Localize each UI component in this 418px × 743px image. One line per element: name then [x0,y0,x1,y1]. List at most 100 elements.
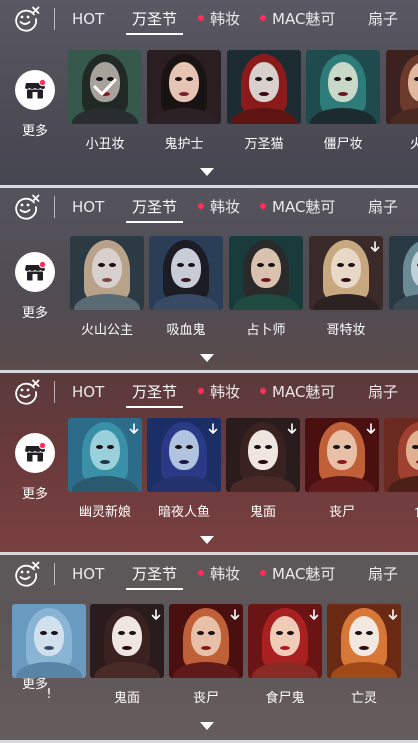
thumb-face [169,430,199,470]
collapse-arrow-icon[interactable] [200,168,214,176]
thumb-eye [268,263,275,267]
makeup-thumbnail [90,604,164,678]
category-tab[interactable]: 扇子 [368,188,398,224]
thumb-shoulders [74,294,140,310]
makeup-item-label: 小丑妆 [85,137,125,150]
category-tab[interactable]: 扇子 [368,0,398,36]
thumb-lips [44,646,54,650]
makeup-item-label: 万圣猫 [244,137,284,150]
makeup-item[interactable]: 鬼面 [226,418,300,518]
thumb-eye [129,631,136,635]
category-tab[interactable]: MAC魅可 [260,555,335,591]
makeup-item[interactable]: 吸血鬼 [149,236,223,336]
makeup-thumbnail [305,418,379,492]
makeup-selector-screen: HOT万圣节韩妆MAC魅可扇子更多小丑妆鬼护士万圣猫僵尸妆火山HOT万圣节韩妆M… [0,0,418,743]
category-tab[interactable]: 万圣节 [125,373,184,409]
thumb-face [251,248,281,288]
thumb-lips [179,460,189,464]
thumb-eye [51,631,58,635]
thumb-eye [186,445,193,449]
category-tab-label: 韩妆 [210,10,241,28]
makeup-item[interactable]: 万圣猫 [227,50,301,150]
thumb-face [171,248,201,288]
category-tab[interactable]: 韩妆 [198,0,240,36]
thumb-shoulders [233,294,299,310]
category-tab[interactable]: HOT [72,555,104,591]
makeup-item[interactable]: ! [12,604,86,702]
thumb-shoulders [151,476,217,492]
thumb-shoulders [94,662,160,678]
thumb-face [169,62,199,102]
thumb-eye [118,631,125,635]
makeup-item-label: 哥特妆 [326,323,366,336]
thumb-lips [337,460,347,464]
makeup-item[interactable]: 占卜师 [229,236,303,336]
thumb-lips [122,646,132,650]
makeup-item[interactable]: 火山 [386,50,418,150]
makeup-item[interactable]: 火山公主 [70,236,144,336]
makeup-item[interactable]: 幽 [389,236,418,336]
reset-face-button[interactable] [12,560,40,588]
category-tab-label: 扇子 [368,10,399,28]
makeup-thumbnail [68,50,142,124]
category-tab[interactable]: 韩妆 [198,188,240,224]
thumb-shoulders [173,662,239,678]
category-tab[interactable]: HOT [72,373,104,409]
reset-face-button[interactable] [12,378,40,406]
makeup-item[interactable]: 亡灵 [327,604,401,704]
collapse-arrow-icon[interactable] [200,722,214,730]
makeup-item-label: 占卜师 [246,323,286,336]
category-tab[interactable]: MAC魅可 [260,373,335,409]
makeup-item-label: 鬼面 [113,691,140,704]
makeup-item[interactable]: 僵尸妆 [306,50,380,150]
thumb-shoulders [72,476,138,492]
makeup-item-label: 鬼面 [249,505,276,518]
makeup-thumbnail [248,604,322,678]
category-tab[interactable]: HOT [72,0,104,36]
makeup-item[interactable]: 丧尸 [169,604,243,704]
category-tab[interactable]: 万圣节 [125,188,184,224]
makeup-item[interactable]: 食尸鬼 [248,604,322,704]
download-icon [287,420,297,439]
reset-face-button[interactable] [12,5,40,33]
selected-overlay [68,50,142,124]
thumb-face [90,430,120,470]
makeup-item[interactable]: 哥特妆 [309,236,383,336]
thumb-eye [366,631,373,635]
collapse-arrow-icon[interactable] [200,354,214,362]
makeup-item[interactable]: 鬼面 [90,604,164,704]
category-tab-label: MAC魅可 [272,383,336,401]
makeup-thumbnail [147,418,221,492]
category-tab[interactable]: 万圣节 [125,555,184,591]
makeup-thumbnail [386,50,418,124]
makeup-item[interactable]: 幽灵新娘 [68,418,142,518]
category-tab[interactable]: 韩妆 [198,555,240,591]
thumb-lips [338,92,348,96]
category-tab-label: 韩妆 [210,383,241,401]
makeup-item-label: 鬼护士 [164,137,204,150]
category-tab[interactable]: 韩妆 [198,373,240,409]
reset-face-button[interactable] [12,193,40,221]
category-tab[interactable]: 扇子 [368,555,398,591]
category-tab-label: 韩妆 [210,198,241,216]
makeup-item[interactable]: 暗夜人鱼 [147,418,221,518]
makeup-item[interactable]: 小丑妆 [68,50,142,150]
collapse-arrow-icon[interactable] [200,536,214,544]
thumb-eye [344,445,351,449]
thumb-eye [188,263,195,267]
makeup-item[interactable]: 丧尸 [305,418,379,518]
category-tab[interactable]: MAC魅可 [260,0,335,36]
category-tab[interactable]: 扇子 [368,373,398,409]
thumb-eye [255,77,262,81]
makeup-thumbnail [147,50,221,124]
thumb-eye [98,263,105,267]
thumb-eye [348,263,355,267]
category-tab[interactable]: MAC魅可 [260,188,335,224]
thumb-eye [107,445,114,449]
thumb-shoulders [313,294,379,310]
makeup-item[interactable]: 鬼护士 [147,50,221,150]
category-tab[interactable]: 万圣节 [125,0,184,36]
makeup-item[interactable]: 食 [384,418,418,518]
tab-divider [54,563,55,585]
category-tab[interactable]: HOT [72,188,104,224]
